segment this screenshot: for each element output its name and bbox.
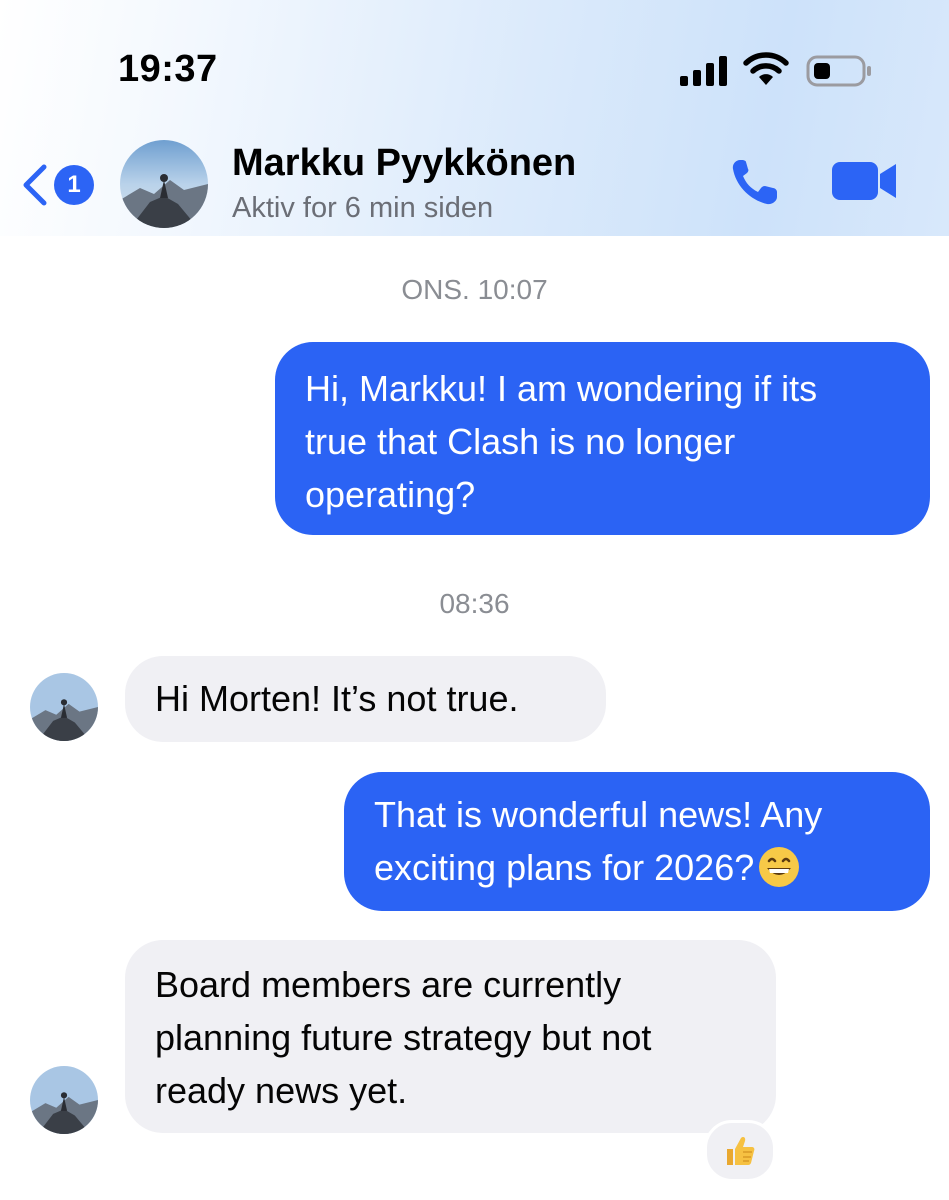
incoming-message-bubble[interactable]: Hi Morten! It’s not true. xyxy=(125,656,606,742)
timestamp: ONS. 10:07 xyxy=(401,274,548,305)
chevron-left-icon xyxy=(23,164,47,206)
phone-icon[interactable] xyxy=(726,156,786,210)
status-bar-time: 19:37 xyxy=(118,48,218,90)
message-text: Hi, Markku! I am wondering if its true t… xyxy=(305,368,818,515)
incoming-message-bubble[interactable]: Board members are currently planning fut… xyxy=(125,940,776,1133)
timestamp: 08:36 xyxy=(439,588,510,619)
wifi-icon xyxy=(743,52,789,85)
contact-avatar[interactable] xyxy=(120,140,208,228)
back-button[interactable]: 1 xyxy=(20,160,100,210)
message-reaction[interactable] xyxy=(704,1120,776,1182)
message-text: Board members are currently planning fut… xyxy=(155,964,652,1111)
grinning-face-emoji xyxy=(759,847,800,888)
battery-icon xyxy=(806,55,871,87)
thumbs-up-icon xyxy=(727,1137,755,1165)
sender-avatar[interactable] xyxy=(30,1066,98,1134)
outgoing-message-bubble[interactable]: Hi, Markku! I am wondering if its true t… xyxy=(275,342,930,535)
message-text: Hi Morten! It’s not true. xyxy=(155,678,519,719)
unread-count-badge: 1 xyxy=(54,165,94,205)
cellular-signal-icon xyxy=(680,56,727,86)
video-camera-icon[interactable] xyxy=(830,158,900,204)
message-text: That is wonderful news! Any exciting pla… xyxy=(374,794,823,888)
contact-name[interactable]: Markku Pyykkönen xyxy=(232,142,576,185)
contact-active-status: Aktiv for 6 min siden xyxy=(232,192,494,224)
sender-avatar[interactable] xyxy=(30,673,98,741)
outgoing-message-bubble[interactable]: That is wonderful news! Any exciting pla… xyxy=(344,772,930,911)
